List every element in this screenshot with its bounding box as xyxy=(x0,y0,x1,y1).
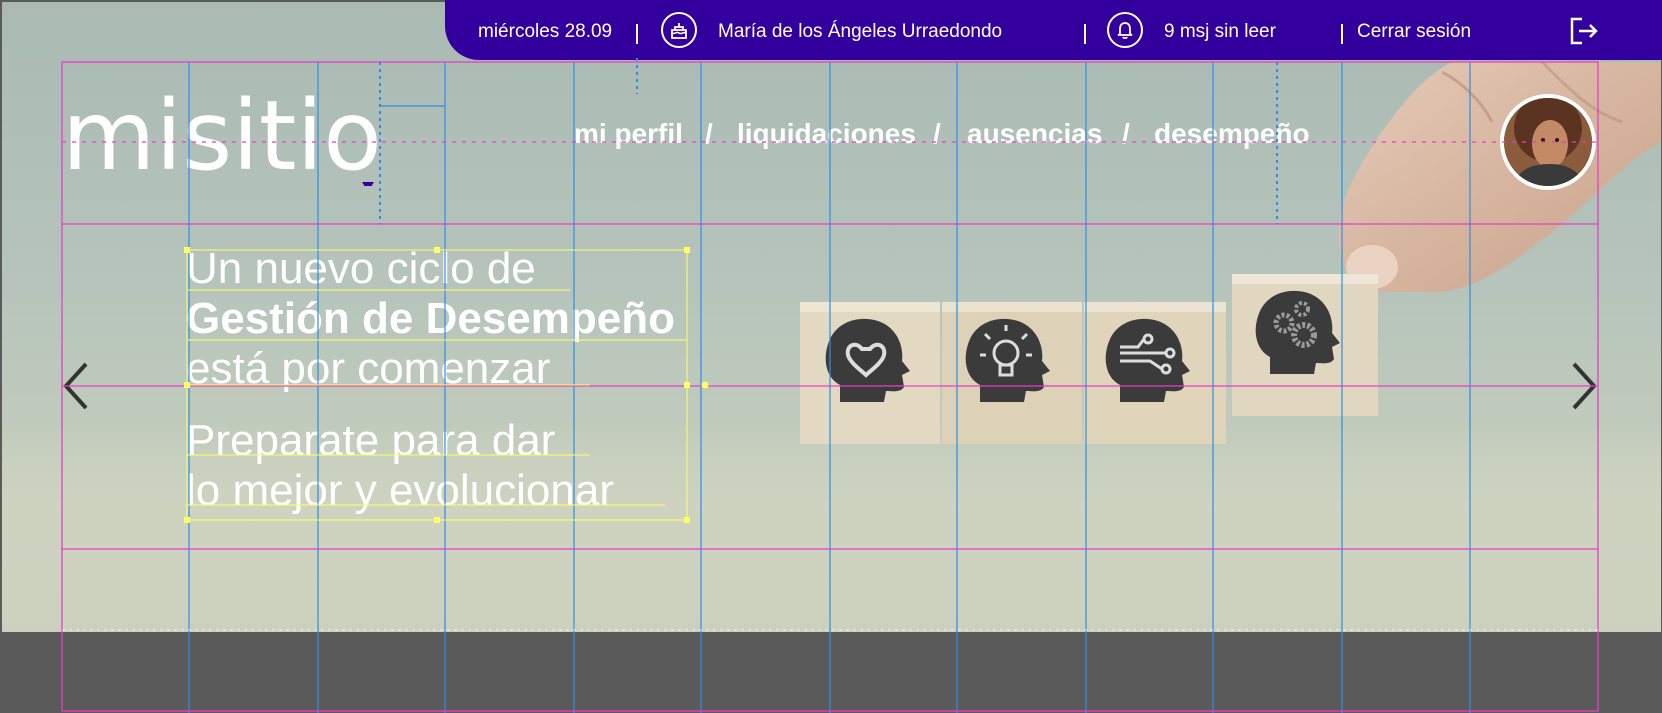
hero-title: Un nuevo ciclo de Gestión de Desempeño e… xyxy=(186,244,675,394)
birthday-cake-icon[interactable] xyxy=(661,12,697,48)
nav-separator: / xyxy=(705,118,713,149)
chevron-left-icon[interactable] xyxy=(60,360,92,412)
wooden-blocks xyxy=(800,274,1378,444)
logo[interactable]: misitio xyxy=(62,76,392,192)
nav-separator: / xyxy=(1122,118,1130,149)
chevron-right-icon[interactable] xyxy=(1568,360,1600,412)
nav-item-mi-perfil[interactable]: mi perfil xyxy=(574,118,683,150)
divider xyxy=(1084,24,1086,44)
logo-mark: misitio xyxy=(62,80,382,192)
divider xyxy=(1341,24,1343,44)
avatar[interactable] xyxy=(1500,94,1596,190)
user-name[interactable]: María de los Ángeles Urraedondo xyxy=(718,0,1002,60)
top-bar: miércoles 28.09 María de los Ángeles Urr… xyxy=(445,0,1662,60)
logout-link[interactable]: Cerrar sesión xyxy=(1357,0,1471,60)
hero-title-line: Un nuevo ciclo de xyxy=(186,244,536,293)
hero-subtitle: Preparate para dar lo mejor y evoluciona… xyxy=(186,416,614,516)
hero-subtitle-line: Preparate para dar xyxy=(186,416,556,465)
nav-separator: / xyxy=(933,118,941,149)
nav-item-liquidaciones[interactable]: liquidaciones xyxy=(737,118,916,150)
hero-subtitle-line: lo mejor y evolucionar xyxy=(186,466,614,515)
divider xyxy=(636,24,638,44)
hero-title-line: está por comenzar xyxy=(186,344,551,393)
logout-icon[interactable] xyxy=(1568,16,1600,46)
date-label: miércoles 28.09 xyxy=(478,21,613,42)
nav-item-desempeno[interactable]: desempeño xyxy=(1154,118,1310,150)
hand-image xyxy=(1338,62,1661,293)
unread-messages[interactable]: 9 msj sin leer xyxy=(1164,0,1276,60)
hero-title-line: Gestión de Desempeño xyxy=(186,294,676,343)
nav-item-ausencias[interactable]: ausencias xyxy=(967,118,1102,150)
bell-icon[interactable] xyxy=(1107,12,1143,48)
